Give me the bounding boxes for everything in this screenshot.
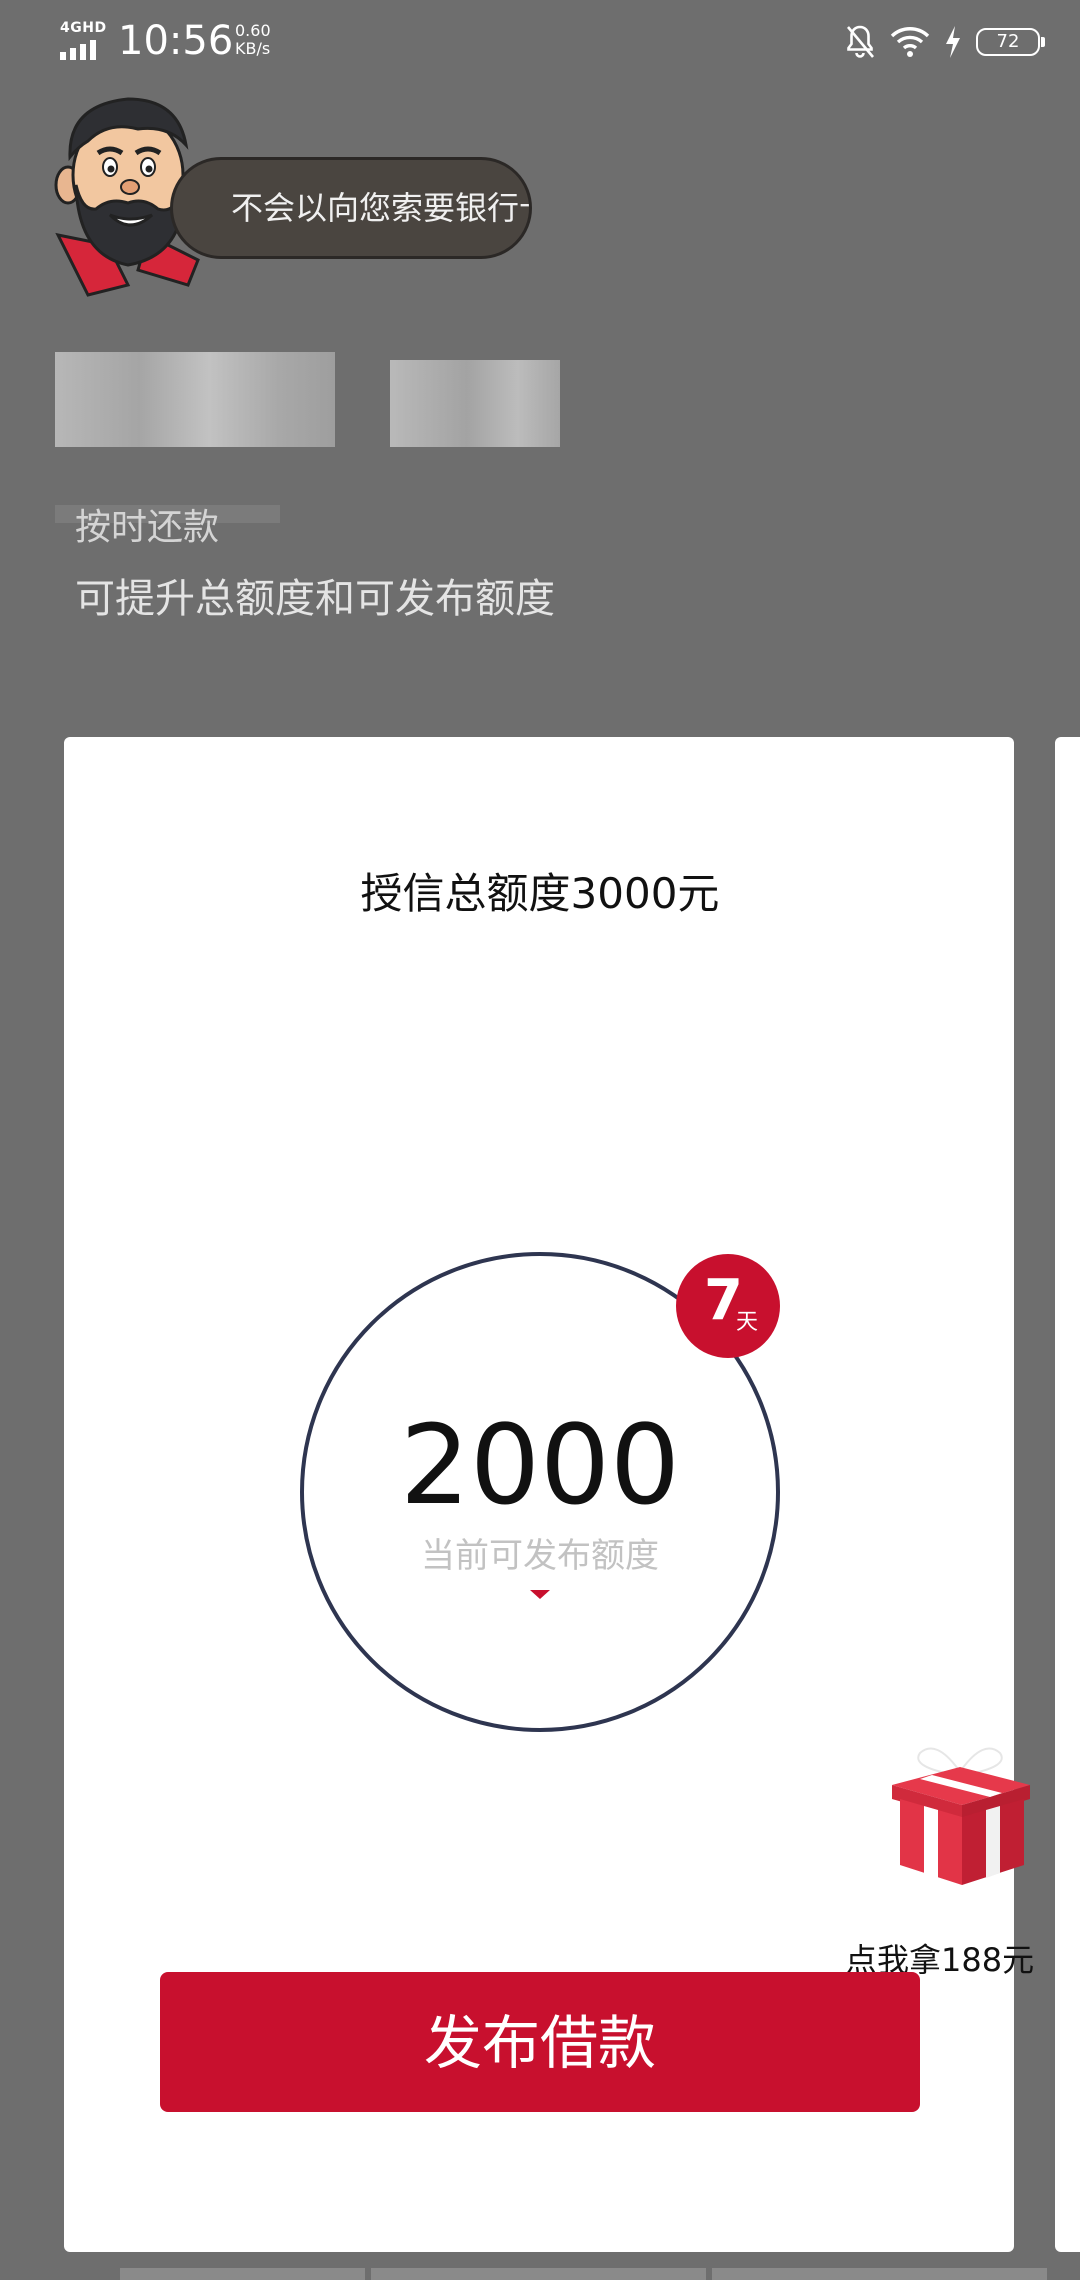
gift-icon[interactable] [880,1735,1040,1895]
assistant-message-text: 不会以向您索要银行卡 [231,189,532,227]
loan-term-unit: 天 [736,1310,759,1335]
assistant-message-bubble: 不会以向您索要银行卡 [170,157,532,259]
network-speed: 0.60 KB/s [235,22,271,58]
wifi-icon [890,27,930,57]
available-amount-label: 当前可发布额度 [421,1536,659,1576]
network-speed-unit: KB/s [235,39,271,58]
repay-info-line: 按时还款 [75,507,220,544]
blurred-text-block [390,360,560,447]
caret-down-icon [530,1590,550,1599]
network-type: 4GHD [60,20,107,36]
limit-increase-info: 可提升总额度和可发布额度 [75,576,555,622]
charging-icon [946,26,960,58]
total-credit-limit: 授信总额度3000元 [360,869,720,918]
available-amount-value: 2000 [400,1401,680,1529]
status-bar: 4GHD 10:56 0.60 KB/s 72 [0,0,1080,80]
blurred-text-block [55,352,335,447]
publish-loan-button[interactable]: 发布借款 [160,1972,920,2112]
loan-term-badge: 7 天 [676,1254,780,1358]
status-time: 10:56 [118,18,234,64]
notifications-off-icon [847,25,874,58]
battery-icon: 72 [976,28,1045,56]
bottom-strip [120,2268,1047,2280]
network-speed-value: 0.60 [235,21,271,40]
battery-level: 72 [996,31,1020,52]
cellular-signal-icon: 4GHD [60,20,107,60]
